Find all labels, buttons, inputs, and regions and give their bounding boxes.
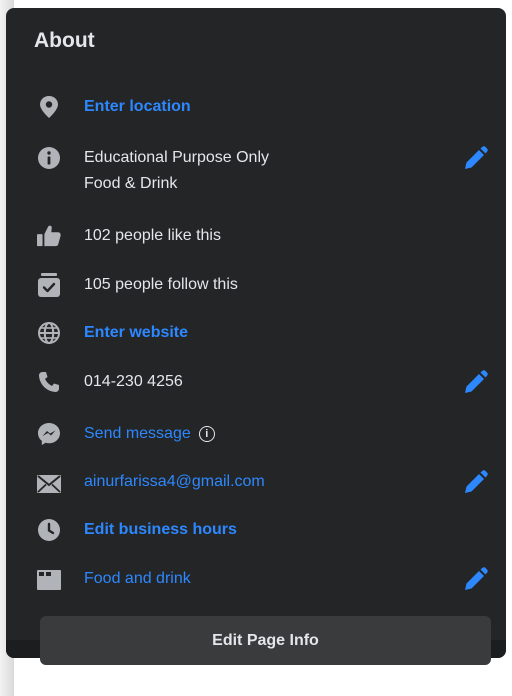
email-row: ainurfarissa4@gmail.com (28, 470, 498, 506)
clock-icon (37, 518, 61, 542)
website-row: Enter website (28, 321, 498, 357)
location-pin-icon (37, 95, 61, 119)
mail-icon (37, 472, 61, 496)
edit-business-hours-link[interactable]: Edit business hours (84, 519, 237, 541)
category-line-2: Food & Drink (84, 175, 178, 192)
pencil-icon[interactable] (462, 146, 488, 172)
send-message-label[interactable]: Send message (84, 425, 191, 442)
messenger-icon (37, 422, 61, 446)
thumbs-up-icon (37, 224, 61, 248)
food-and-drink-link[interactable]: Food and drink (84, 568, 191, 590)
about-title: About (34, 29, 95, 52)
likes-row: 102 people like this (28, 224, 498, 260)
category-icon (37, 568, 61, 592)
send-message-link[interactable]: Send message i (84, 423, 215, 445)
email-link[interactable]: ainurfarissa4@gmail.com (84, 471, 265, 493)
page-frame: About Enter location Educational Purpose… (0, 0, 512, 696)
pencil-icon[interactable] (462, 470, 488, 496)
pencil-icon[interactable] (462, 567, 488, 593)
category-price-row: Food and drink (28, 567, 498, 603)
phone-row: 014-230 4256 (28, 370, 498, 406)
follows-row: 105 people follow this (28, 273, 498, 309)
info-circle-icon[interactable]: i (198, 425, 215, 442)
follows-count: 105 people follow this (84, 276, 238, 293)
category-row: Educational Purpose Only Food & Drink (28, 146, 498, 192)
enter-location-link[interactable]: Enter location (84, 96, 191, 118)
location-row: Enter location (28, 95, 498, 131)
hours-row: Edit business hours (28, 518, 498, 554)
pencil-icon[interactable] (462, 370, 488, 396)
message-row: Send message i (28, 422, 498, 458)
globe-icon (37, 321, 61, 345)
info-icon (37, 146, 61, 170)
edit-page-info-button[interactable]: Edit Page Info (40, 616, 491, 665)
phone-icon (37, 370, 61, 394)
enter-website-link[interactable]: Enter website (84, 322, 188, 344)
likes-count: 102 people like this (84, 227, 221, 244)
category-line-1: Educational Purpose Only (84, 149, 269, 166)
follow-icon (37, 273, 61, 297)
phone-number: 014-230 4256 (84, 373, 183, 390)
